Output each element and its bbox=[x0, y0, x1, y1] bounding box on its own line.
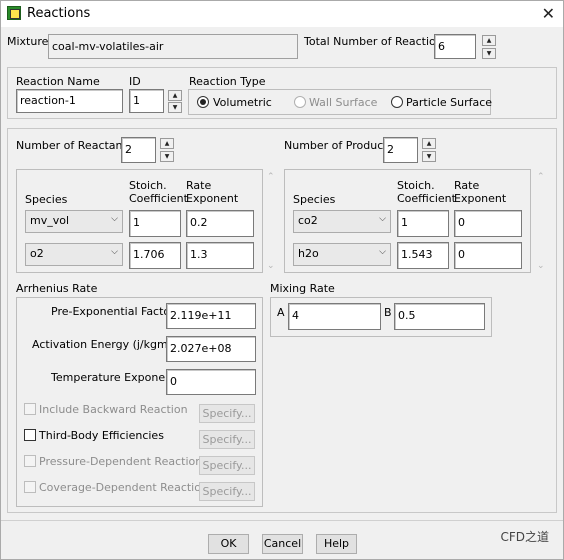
num-reactants-label: Number of Reactants bbox=[16, 139, 133, 152]
total-reactions-input[interactable]: 6 bbox=[434, 34, 476, 59]
id-input[interactable]: 1 bbox=[129, 89, 164, 113]
reactant-species-select[interactable]: o2 ⌵ bbox=[25, 243, 123, 266]
third-body-specify-button: Specify... bbox=[199, 430, 255, 449]
mixture-label: Mixture bbox=[7, 35, 49, 48]
id-up-button[interactable]: ▲ bbox=[168, 90, 182, 101]
products-rate-header-1: Rate bbox=[454, 179, 480, 192]
reaction-name-label: Reaction Name bbox=[16, 75, 100, 88]
product-species-value: h2o bbox=[298, 247, 319, 260]
num-products-label: Number of Products bbox=[284, 139, 394, 152]
mixing-b-input[interactable]: 0.5 bbox=[394, 303, 485, 330]
particle-surface-label: Particle Surface bbox=[406, 96, 493, 109]
id-label: ID bbox=[129, 75, 141, 88]
reactant-species-value: o2 bbox=[30, 247, 44, 260]
reactants-rate-header-1: Rate bbox=[186, 179, 212, 192]
reactant-coeff-input[interactable]: 1 bbox=[129, 210, 181, 237]
coverage-dependent-label: Coverage-Dependent Reaction bbox=[39, 481, 208, 494]
wall-surface-radio bbox=[294, 96, 306, 108]
reactants-scroll-down-icon[interactable]: ⌄ bbox=[267, 261, 275, 271]
close-icon[interactable]: ✕ bbox=[542, 4, 555, 23]
products-rate-header-2: Exponent bbox=[454, 192, 507, 205]
reactant-species-value: mv_vol bbox=[30, 214, 70, 227]
reactants-coeff-header-1: Stoich. bbox=[129, 179, 167, 192]
reactants-scroll-up-icon[interactable]: ⌃ bbox=[267, 172, 275, 182]
product-rate-exp-input[interactable]: 0 bbox=[454, 210, 522, 237]
num-reactants-up-button[interactable]: ▲ bbox=[160, 138, 174, 149]
mixing-a-label: A bbox=[277, 306, 285, 319]
product-species-value: co2 bbox=[298, 214, 318, 227]
pressure-dependent-specify-button: Specify... bbox=[199, 456, 255, 475]
reaction-type-label: Reaction Type bbox=[189, 75, 266, 88]
reactant-species-select[interactable]: mv_vol ⌵ bbox=[25, 210, 123, 233]
activation-energy-label: Activation Energy (j/kgmol) bbox=[32, 338, 182, 351]
pressure-dependent-checkbox bbox=[24, 455, 36, 467]
coverage-dependent-checkbox bbox=[24, 481, 36, 493]
num-products-input[interactable]: 2 bbox=[383, 137, 418, 163]
chevron-down-icon: ⌵ bbox=[111, 214, 118, 224]
mixing-rate-label: Mixing Rate bbox=[270, 282, 335, 295]
app-icon bbox=[7, 6, 21, 20]
product-coeff-input[interactable]: 1 bbox=[397, 210, 449, 237]
reactants-coeff-header-2: Coefficient bbox=[129, 192, 188, 205]
arrhenius-label: Arrhenius Rate bbox=[16, 282, 98, 295]
volumetric-label: Volumetric bbox=[213, 96, 272, 109]
mixing-b-label: B bbox=[384, 306, 392, 319]
total-reactions-up-button[interactable]: ▲ bbox=[482, 35, 496, 46]
reactant-rate-exp-input[interactable]: 1.3 bbox=[186, 242, 254, 269]
num-products-up-button[interactable]: ▲ bbox=[422, 138, 436, 149]
help-button[interactable]: Help bbox=[316, 534, 357, 554]
mixing-a-input[interactable]: 4 bbox=[288, 303, 381, 330]
title-bar: Reactions ✕ bbox=[1, 1, 563, 27]
wall-surface-label: Wall Surface bbox=[309, 96, 378, 109]
reactant-coeff-input[interactable]: 1.706 bbox=[129, 242, 181, 269]
num-products-down-button[interactable]: ▼ bbox=[422, 151, 436, 162]
third-body-checkbox[interactable] bbox=[24, 429, 36, 441]
reactant-rate-exp-input[interactable]: 0.2 bbox=[186, 210, 254, 237]
product-coeff-input[interactable]: 1.543 bbox=[397, 242, 449, 269]
particle-surface-radio[interactable] bbox=[391, 96, 403, 108]
include-backward-specify-button: Specify... bbox=[199, 404, 255, 423]
chevron-down-icon: ⌵ bbox=[111, 247, 118, 257]
product-species-select[interactable]: co2 ⌵ bbox=[293, 210, 391, 233]
include-backward-label: Include Backward Reaction bbox=[39, 403, 188, 416]
activation-energy-input[interactable]: 2.027e+08 bbox=[166, 336, 256, 362]
product-species-select[interactable]: h2o ⌵ bbox=[293, 243, 391, 266]
product-rate-exp-input[interactable]: 0 bbox=[454, 242, 522, 269]
chevron-down-icon: ⌵ bbox=[379, 214, 386, 224]
volumetric-radio[interactable] bbox=[197, 96, 209, 108]
num-reactants-down-button[interactable]: ▼ bbox=[160, 151, 174, 162]
window-title: Reactions bbox=[27, 6, 91, 21]
reactions-dialog: Reactions ✕ Mixture coal-mv-volatiles-ai… bbox=[0, 0, 564, 560]
ok-button[interactable]: OK bbox=[208, 534, 249, 554]
watermark-text: CFD之道 bbox=[500, 530, 549, 544]
products-species-header: Species bbox=[293, 193, 336, 206]
cancel-button[interactable]: Cancel bbox=[262, 534, 303, 554]
temperature-exponent-input[interactable]: 0 bbox=[166, 369, 256, 395]
third-body-label: Third-Body Efficiencies bbox=[39, 429, 164, 442]
id-down-button[interactable]: ▼ bbox=[168, 102, 182, 113]
products-coeff-header-2: Coefficient bbox=[397, 192, 456, 205]
footer-divider bbox=[1, 520, 563, 521]
mixture-field: coal-mv-volatiles-air bbox=[48, 34, 298, 59]
coverage-dependent-specify-button: Specify... bbox=[199, 482, 255, 501]
include-backward-checkbox bbox=[24, 403, 36, 415]
total-reactions-down-button[interactable]: ▼ bbox=[482, 48, 496, 59]
num-reactants-input[interactable]: 2 bbox=[121, 137, 156, 163]
reactants-rate-header-2: Exponent bbox=[186, 192, 239, 205]
pre-exp-factor-label: Pre-Exponential Factor bbox=[51, 305, 175, 318]
pre-exp-factor-input[interactable]: 2.119e+11 bbox=[166, 303, 256, 329]
reactants-species-header: Species bbox=[25, 193, 68, 206]
pressure-dependent-label: Pressure-Dependent Reaction bbox=[39, 455, 203, 468]
products-coeff-header-1: Stoich. bbox=[397, 179, 435, 192]
total-reactions-label: Total Number of Reactions bbox=[304, 35, 449, 48]
reaction-name-input[interactable]: reaction-1 bbox=[16, 89, 123, 113]
products-scroll-down-icon[interactable]: ⌄ bbox=[537, 261, 545, 271]
chevron-down-icon: ⌵ bbox=[379, 247, 386, 257]
products-scroll-up-icon[interactable]: ⌃ bbox=[537, 172, 545, 182]
temperature-exponent-label: Temperature Exponent bbox=[51, 371, 177, 384]
